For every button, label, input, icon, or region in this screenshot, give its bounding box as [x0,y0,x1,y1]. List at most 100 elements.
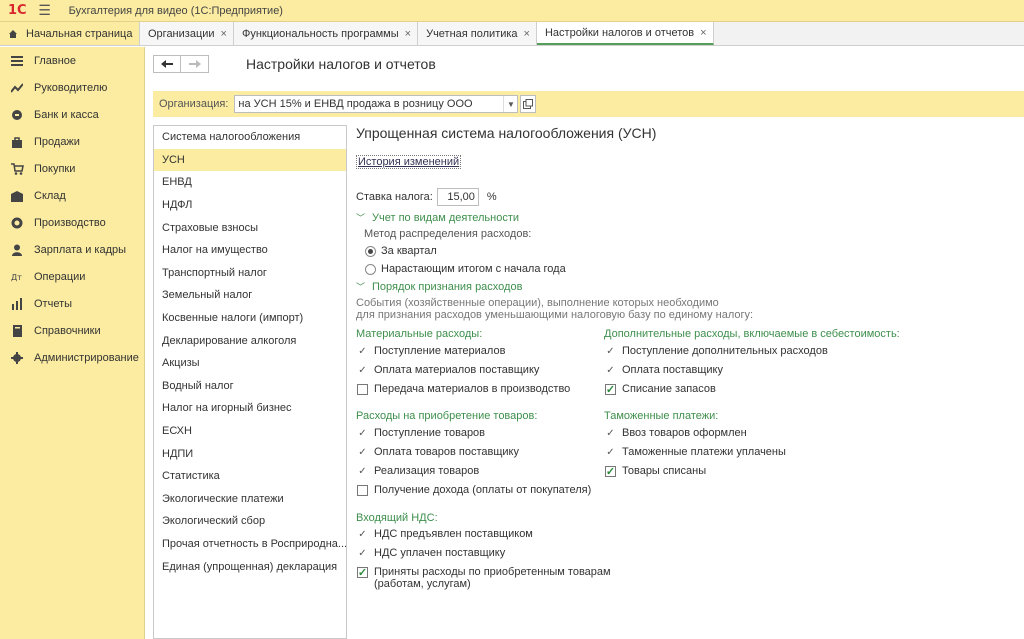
item-label: Оплата материалов поставщику [374,364,540,376]
material-transfer-checkbox[interactable]: Передача материалов в производство [357,383,570,395]
tax-rate-label: Ставка налога: [356,191,433,203]
vat-presented-item[interactable]: ✓ НДС предъявлен поставщиком [357,528,533,540]
goods-import-item[interactable]: ✓ Ввоз товаров оформлен [605,427,747,439]
goods-payment-item[interactable]: ✓ Оплата товаров поставщику [357,446,519,458]
supplier-payment-item[interactable]: ✓ Оплата поставщику [605,364,723,376]
activity-group-toggle[interactable]: ﹀ Учет по видам деятельности [356,211,519,224]
tax-rate-input[interactable]: 15,00 [436,188,479,206]
tab-tax-settings[interactable]: Настройки налогов и отчетов × [536,22,714,45]
list-item[interactable]: Акцизы [154,352,346,375]
recognition-note-1: События (хозяйственные операции), выполн… [356,297,719,309]
list-item[interactable]: Единая (упрощенная) декларация [154,555,346,578]
list-item-selected[interactable]: УСН [154,148,346,172]
history-link[interactable]: История изменений [356,155,462,169]
customs-heading: Таможенные платежи: [604,410,719,422]
recognition-group-toggle[interactable]: ﹀ Порядок признания расходов [356,280,522,293]
sidebar-item-bank[interactable]: Банк и касса [0,101,144,128]
item-label-line1: Приняты расходы по приобретенным товарам [374,566,611,578]
income-receipt-checkbox[interactable]: Получение дохода (оплаты от покупателя) [357,484,591,496]
list-item[interactable]: Страховые взносы [154,216,346,239]
sidebar-item-main[interactable]: Главное [0,47,144,74]
sidebar-item-label: Справочники [34,324,101,337]
item-label: Ввоз товаров оформлен [622,427,747,439]
list-item[interactable]: Налог на игорный бизнес [154,397,346,420]
main-menu-button[interactable]: ☰ [37,2,53,19]
radio-quarter[interactable]: За квартал [365,245,437,257]
list-item[interactable]: Статистика [154,465,346,488]
title-bar: 1С ☰ Бухгалтерия для видео (1С:Предприят… [0,0,1024,22]
list-item[interactable]: Водный налог [154,375,346,398]
vat-paid-item[interactable]: ✓ НДС уплачен поставщику [357,547,505,559]
list-item[interactable]: Прочая отчетность в Росприродна... [154,533,346,556]
tab-organizations[interactable]: Организации × [140,22,234,45]
sidebar-item-reports[interactable]: Отчеты [0,290,144,317]
list-item[interactable]: Налог на имущество [154,239,346,262]
tab-home[interactable]: Начальная страница [0,22,140,45]
list-item[interactable]: Декларирование алкоголя [154,329,346,352]
forward-button[interactable] [181,55,209,73]
section-title: Упрощенная система налогообложения (УСН) [356,125,657,141]
radio-cumulative[interactable]: Нарастающим итогом с начала года [365,263,566,275]
sidebar-item-salary[interactable]: Зарплата и кадры [0,236,144,263]
close-icon[interactable]: × [524,28,530,40]
radio-cumulative-label: Нарастающим итогом с начала года [381,263,566,275]
list-item[interactable]: ЕСХН [154,420,346,443]
list-item[interactable]: Экологические платежи [154,488,346,511]
arrow-left-icon [161,60,173,68]
goods-writtenoff-checkbox[interactable]: ✓ Товары списаны [605,465,706,478]
item-label: Получение дохода (оплаты от покупателя) [374,484,592,496]
item-label-line2: (работам, услугам) [374,578,471,590]
chevron-down-icon: ﹀ [356,282,366,292]
customs-paid-item[interactable]: ✓ Таможенные платежи уплачены [605,446,786,458]
home-icon [9,29,17,38]
tax-rate-row: Ставка налога: 15,00 % [356,188,497,206]
sidebar-item-production[interactable]: Производство [0,209,144,236]
list-item[interactable]: Транспортный налог [154,262,346,285]
list-item[interactable]: ЕНВД [154,171,346,194]
list-item[interactable]: Земельный налог [154,284,346,307]
book-icon [10,324,24,338]
dropdown-icon[interactable]: ▼ [503,96,517,112]
item-label: Поступление материалов [374,345,506,357]
stock-writeoff-checkbox[interactable]: ✓ Списание запасов [605,383,716,396]
goods-expenses-heading: Расходы на приобретение товаров: [356,410,538,422]
radio-quarter-label: За квартал [381,245,437,257]
page-title: Настройки налогов и отчетов [246,56,436,72]
material-payment-item[interactable]: ✓ Оплата материалов поставщику [357,364,539,376]
list-item[interactable]: Косвенные налоги (импорт) [154,307,346,330]
nav-toolbar [153,55,209,73]
close-icon[interactable]: × [405,28,411,40]
item-label: Списание запасов [622,383,716,395]
open-organization-button[interactable] [520,95,537,113]
check-icon: ✓ [606,427,615,439]
vat-expenses-accepted-checkbox[interactable]: ✓ Приняты расходы по приобретенным товар… [357,566,611,590]
sidebar-item-admin[interactable]: Администрирование [0,344,144,371]
organization-label: Организация: [159,98,229,110]
list-item[interactable]: Система налогообложения [154,126,346,149]
sidebar-item-manager[interactable]: Руководителю [0,74,144,101]
gear-icon [10,351,24,365]
goods-receipt-item[interactable]: ✓ Поступление товаров [357,427,485,439]
sidebar-item-sales[interactable]: Продажи [0,128,144,155]
sidebar-item-warehouse[interactable]: Склад [0,182,144,209]
item-label: Таможенные платежи уплачены [622,446,786,458]
tab-accounting-policy[interactable]: Учетная политика × [418,22,537,45]
list-item[interactable]: НДФЛ [154,194,346,217]
tab-label: Учетная политика [426,27,518,40]
sidebar-item-label: Главное [34,54,77,67]
sidebar-item-purchases[interactable]: Покупки [0,155,144,182]
form-content: Настройки налогов и отчетов Организация:… [145,47,1024,639]
close-icon[interactable]: × [221,28,227,40]
sidebar-item-label: Руководителю [34,81,108,94]
goods-sale-item[interactable]: ✓ Реализация товаров [357,465,479,477]
additional-receipt-item[interactable]: ✓ Поступление дополнительных расходов [605,345,828,357]
list-item[interactable]: НДПИ [154,442,346,465]
sidebar-item-operations[interactable]: Дт Операции [0,263,144,290]
sidebar-item-references[interactable]: Справочники [0,317,144,344]
list-item[interactable]: Экологический сбор [154,510,346,533]
organization-field[interactable]: на УСН 15% и ЕНВД продажа в розницу ООО … [234,95,519,113]
tab-functionality[interactable]: Функциональность программы × [233,22,419,45]
material-receipt-item[interactable]: ✓ Поступление материалов [357,345,505,357]
back-button[interactable] [153,55,181,73]
close-icon[interactable]: × [700,27,706,39]
